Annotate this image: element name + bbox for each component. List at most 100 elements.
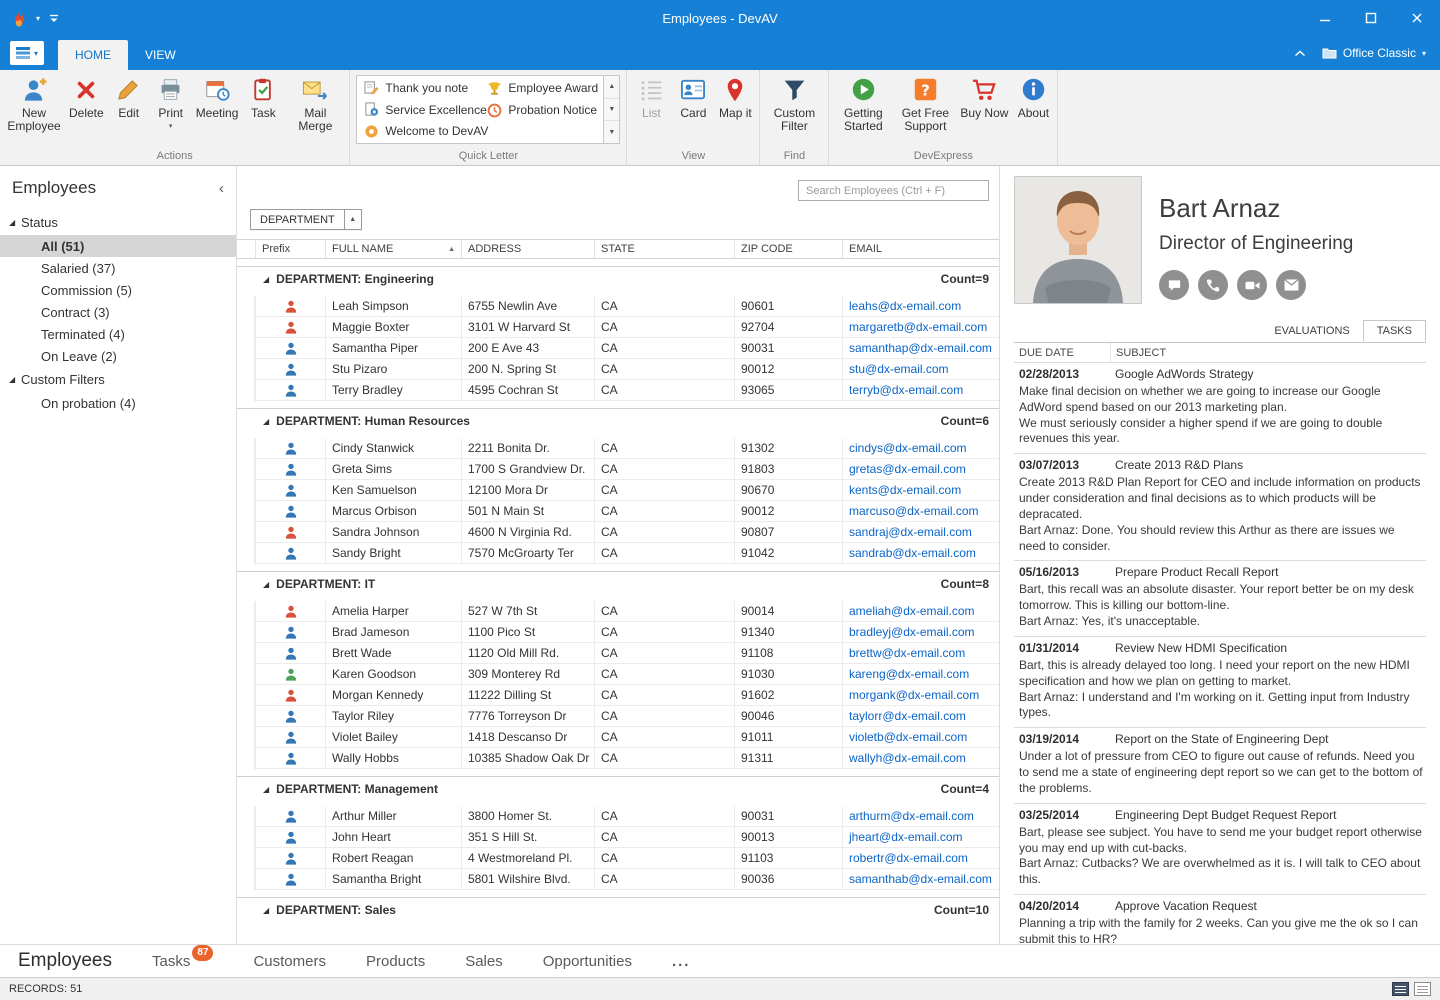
bottom-tab-customers[interactable]: Customers xyxy=(253,953,326,970)
email-link[interactable]: terryb@dx-email.com xyxy=(842,380,999,401)
email-link[interactable]: taylorr@dx-email.com xyxy=(842,706,999,727)
ribbon-button-new-employee[interactable]: New Employee xyxy=(3,72,65,134)
maximize-button[interactable] xyxy=(1348,0,1394,36)
ribbon-button-getting-started[interactable]: Getting Started xyxy=(832,72,894,134)
bottom-tab-opportunities[interactable]: Opportunities xyxy=(543,953,632,970)
phone-button[interactable] xyxy=(1198,270,1228,300)
ribbon-tab-home[interactable]: HOME xyxy=(58,40,128,70)
employee-row-samantha-piper[interactable]: Samantha Piper200 E Ave 43CA90031samanth… xyxy=(237,338,999,359)
email-link[interactable]: stu@dx-email.com xyxy=(842,359,999,380)
quick-access-customize-icon[interactable] xyxy=(49,14,59,23)
email-link[interactable]: kents@dx-email.com xyxy=(842,480,999,501)
column-header-prefix[interactable]: Prefix xyxy=(255,240,325,258)
card-view-toggle[interactable] xyxy=(1414,982,1431,996)
employee-row-robert-reagan[interactable]: Robert Reagan4 Westmoreland Pl.CA91103ro… xyxy=(237,848,999,869)
gallery-scroll-down-button[interactable]: ▼ xyxy=(604,99,619,122)
employee-row-terry-bradley[interactable]: Terry Bradley4595 Cochran StCA93065terry… xyxy=(237,380,999,401)
employee-row-maggie-boxter[interactable]: Maggie Boxter3101 W Harvard StCA92704mar… xyxy=(237,317,999,338)
task-item[interactable]: 05/16/2013Prepare Product Recall ReportB… xyxy=(1014,561,1426,636)
employee-row-karen-goodson[interactable]: Karen Goodson309 Monterey RdCA91030karen… xyxy=(237,664,999,685)
email-link[interactable]: brettw@dx-email.com xyxy=(842,643,999,664)
email-link[interactable]: gretas@dx-email.com xyxy=(842,459,999,480)
email-link[interactable]: robertr@dx-email.com xyxy=(842,848,999,869)
ribbon-collapse-button[interactable] xyxy=(1294,50,1306,57)
bottom-tab-sales[interactable]: Sales xyxy=(465,953,503,970)
group-row-department-engineering[interactable]: ◢DEPARTMENT: EngineeringCount=9 xyxy=(237,266,999,291)
sidebar-item-terminated-4[interactable]: Terminated (4) xyxy=(0,323,236,345)
employee-row-violet-bailey[interactable]: Violet Bailey1418 Descanso DrCA91011viol… xyxy=(237,727,999,748)
ribbon-button-list[interactable]: List xyxy=(630,72,672,120)
employee-row-marcus-orbison[interactable]: Marcus Orbison501 N Main StCA90012marcus… xyxy=(237,501,999,522)
ribbon-button-delete[interactable]: Delete xyxy=(65,72,108,120)
minimize-button[interactable] xyxy=(1302,0,1348,36)
ribbon-button-print[interactable]: Print▾ xyxy=(150,72,192,129)
email-link[interactable]: margaretb@dx-email.com xyxy=(842,317,999,338)
group-row-department-human-resources[interactable]: ◢DEPARTMENT: Human ResourcesCount=6 xyxy=(237,408,999,433)
employee-row-brett-wade[interactable]: Brett Wade1120 Old Mill Rd.CA91108brettw… xyxy=(237,643,999,664)
bottom-tab-employees[interactable]: Employees xyxy=(18,950,112,972)
close-button[interactable] xyxy=(1394,0,1440,36)
employee-row-sandra-johnson[interactable]: Sandra Johnson4600 N Virginia Rd.CA90807… xyxy=(237,522,999,543)
sidebar-group-custom-filters[interactable]: ◢Custom Filters xyxy=(0,367,236,392)
grid-view-toggle[interactable] xyxy=(1392,982,1409,996)
bottom-tab-products[interactable]: Products xyxy=(366,953,425,970)
gallery-dropdown-button[interactable]: ▼ xyxy=(604,121,619,143)
group-row-department-management[interactable]: ◢DEPARTMENT: ManagementCount=4 xyxy=(237,776,999,801)
ribbon-button-get-free-support[interactable]: ?Get Free Support xyxy=(894,72,956,134)
email-link[interactable]: ameliah@dx-email.com xyxy=(842,601,999,622)
sidebar-group-status[interactable]: ◢Status xyxy=(0,210,236,235)
ribbon-button-meeting[interactable]: Meeting xyxy=(192,72,243,120)
sidebar-item-on-leave-2[interactable]: On Leave (2) xyxy=(0,345,236,367)
group-by-department-button[interactable]: DEPARTMENT ▲ xyxy=(250,209,362,230)
theme-selector[interactable]: Office Classic ▾ xyxy=(1322,46,1426,60)
email-link[interactable]: kareng@dx-email.com xyxy=(842,664,999,685)
email-link[interactable]: arthurm@dx-email.com xyxy=(842,806,999,827)
email-link[interactable]: jheart@dx-email.com xyxy=(842,827,999,848)
gallery-item-service-excellence[interactable]: Service Excellence xyxy=(357,99,480,121)
employee-row-sandy-bright[interactable]: Sandy Bright7570 McGroarty TerCA91042san… xyxy=(237,543,999,564)
employee-row-cindy-stanwick[interactable]: Cindy Stanwick2211 Bonita Dr.CA91302cind… xyxy=(237,438,999,459)
email-link[interactable]: cindys@dx-email.com xyxy=(842,438,999,459)
email-link[interactable]: samanthap@dx-email.com xyxy=(842,338,999,359)
gallery-item-thank-you-note[interactable]: Thank you note xyxy=(357,77,480,99)
search-input[interactable] xyxy=(798,180,989,201)
employee-row-taylor-riley[interactable]: Taylor Riley7776 Torreyson DrCA90046tayl… xyxy=(237,706,999,727)
column-header-email[interactable]: EMAIL xyxy=(842,240,999,258)
task-item[interactable]: 01/31/2014Review New HDMI SpecificationB… xyxy=(1014,637,1426,728)
group-row-department-sales[interactable]: ◢DEPARTMENT: SalesCount=10 xyxy=(237,897,999,922)
email-link[interactable]: morgank@dx-email.com xyxy=(842,685,999,706)
employee-row-wally-hobbs[interactable]: Wally Hobbs10385 Shadow Oak DrCA91311wal… xyxy=(237,748,999,769)
app-logo-caret-icon[interactable]: ▾ xyxy=(36,14,40,23)
ribbon-button-custom-filter[interactable]: Custom Filter xyxy=(763,72,825,134)
chat-button[interactable] xyxy=(1159,270,1189,300)
ribbon-button-mail-merge[interactable]: Mail Merge xyxy=(284,72,346,134)
sidebar-item-all-51[interactable]: All (51) xyxy=(0,235,236,257)
mail-button[interactable] xyxy=(1276,270,1306,300)
email-link[interactable]: violetb@dx-email.com xyxy=(842,727,999,748)
task-item[interactable]: 03/25/2014Engineering Dept Budget Reques… xyxy=(1014,804,1426,895)
gallery-item-probation-notice[interactable]: Probation Notice xyxy=(480,99,603,121)
group-row-department-it[interactable]: ◢DEPARTMENT: ITCount=8 xyxy=(237,571,999,596)
detail-tab-tasks[interactable]: TASKS xyxy=(1363,320,1426,342)
task-item[interactable]: 02/28/2013Google AdWords StrategyMake fi… xyxy=(1014,363,1426,454)
employee-row-samantha-bright[interactable]: Samantha Bright5801 Wilshire Blvd.CA9003… xyxy=(237,869,999,890)
task-item[interactable]: 03/19/2014Report on the State of Enginee… xyxy=(1014,728,1426,803)
ribbon-button-card[interactable]: Card xyxy=(672,72,714,120)
application-menu-button[interactable]: ▾ xyxy=(10,41,44,65)
email-link[interactable]: wallyh@dx-email.com xyxy=(842,748,999,769)
ribbon-button-map-it[interactable]: Map it xyxy=(714,72,756,120)
employee-row-greta-sims[interactable]: Greta Sims1700 S Grandview Dr.CA91803gre… xyxy=(237,459,999,480)
sidebar-item-salaried-37[interactable]: Salaried (37) xyxy=(0,257,236,279)
sidebar-item-on-probation-4[interactable]: On probation (4) xyxy=(0,392,236,414)
gallery-scroll-up-button[interactable]: ▲ xyxy=(604,76,619,99)
ribbon-button-task[interactable]: Task xyxy=(242,72,284,120)
task-column-subject[interactable]: SUBJECT xyxy=(1110,343,1426,362)
employee-row-ken-samuelson[interactable]: Ken Samuelson12100 Mora DrCA90670kents@d… xyxy=(237,480,999,501)
email-link[interactable]: sandraj@dx-email.com xyxy=(842,522,999,543)
gallery-item-employee-award[interactable]: Employee Award xyxy=(480,77,603,99)
employee-row-john-heart[interactable]: John Heart351 S Hill St.CA90013jheart@dx… xyxy=(237,827,999,848)
task-column-due-date[interactable]: DUE DATE xyxy=(1014,343,1110,362)
employee-row-brad-jameson[interactable]: Brad Jameson1100 Pico StCA91340bradleyj@… xyxy=(237,622,999,643)
sidebar-collapse-button[interactable]: ‹ xyxy=(219,181,224,196)
sidebar-item-contract-3[interactable]: Contract (3) xyxy=(0,301,236,323)
